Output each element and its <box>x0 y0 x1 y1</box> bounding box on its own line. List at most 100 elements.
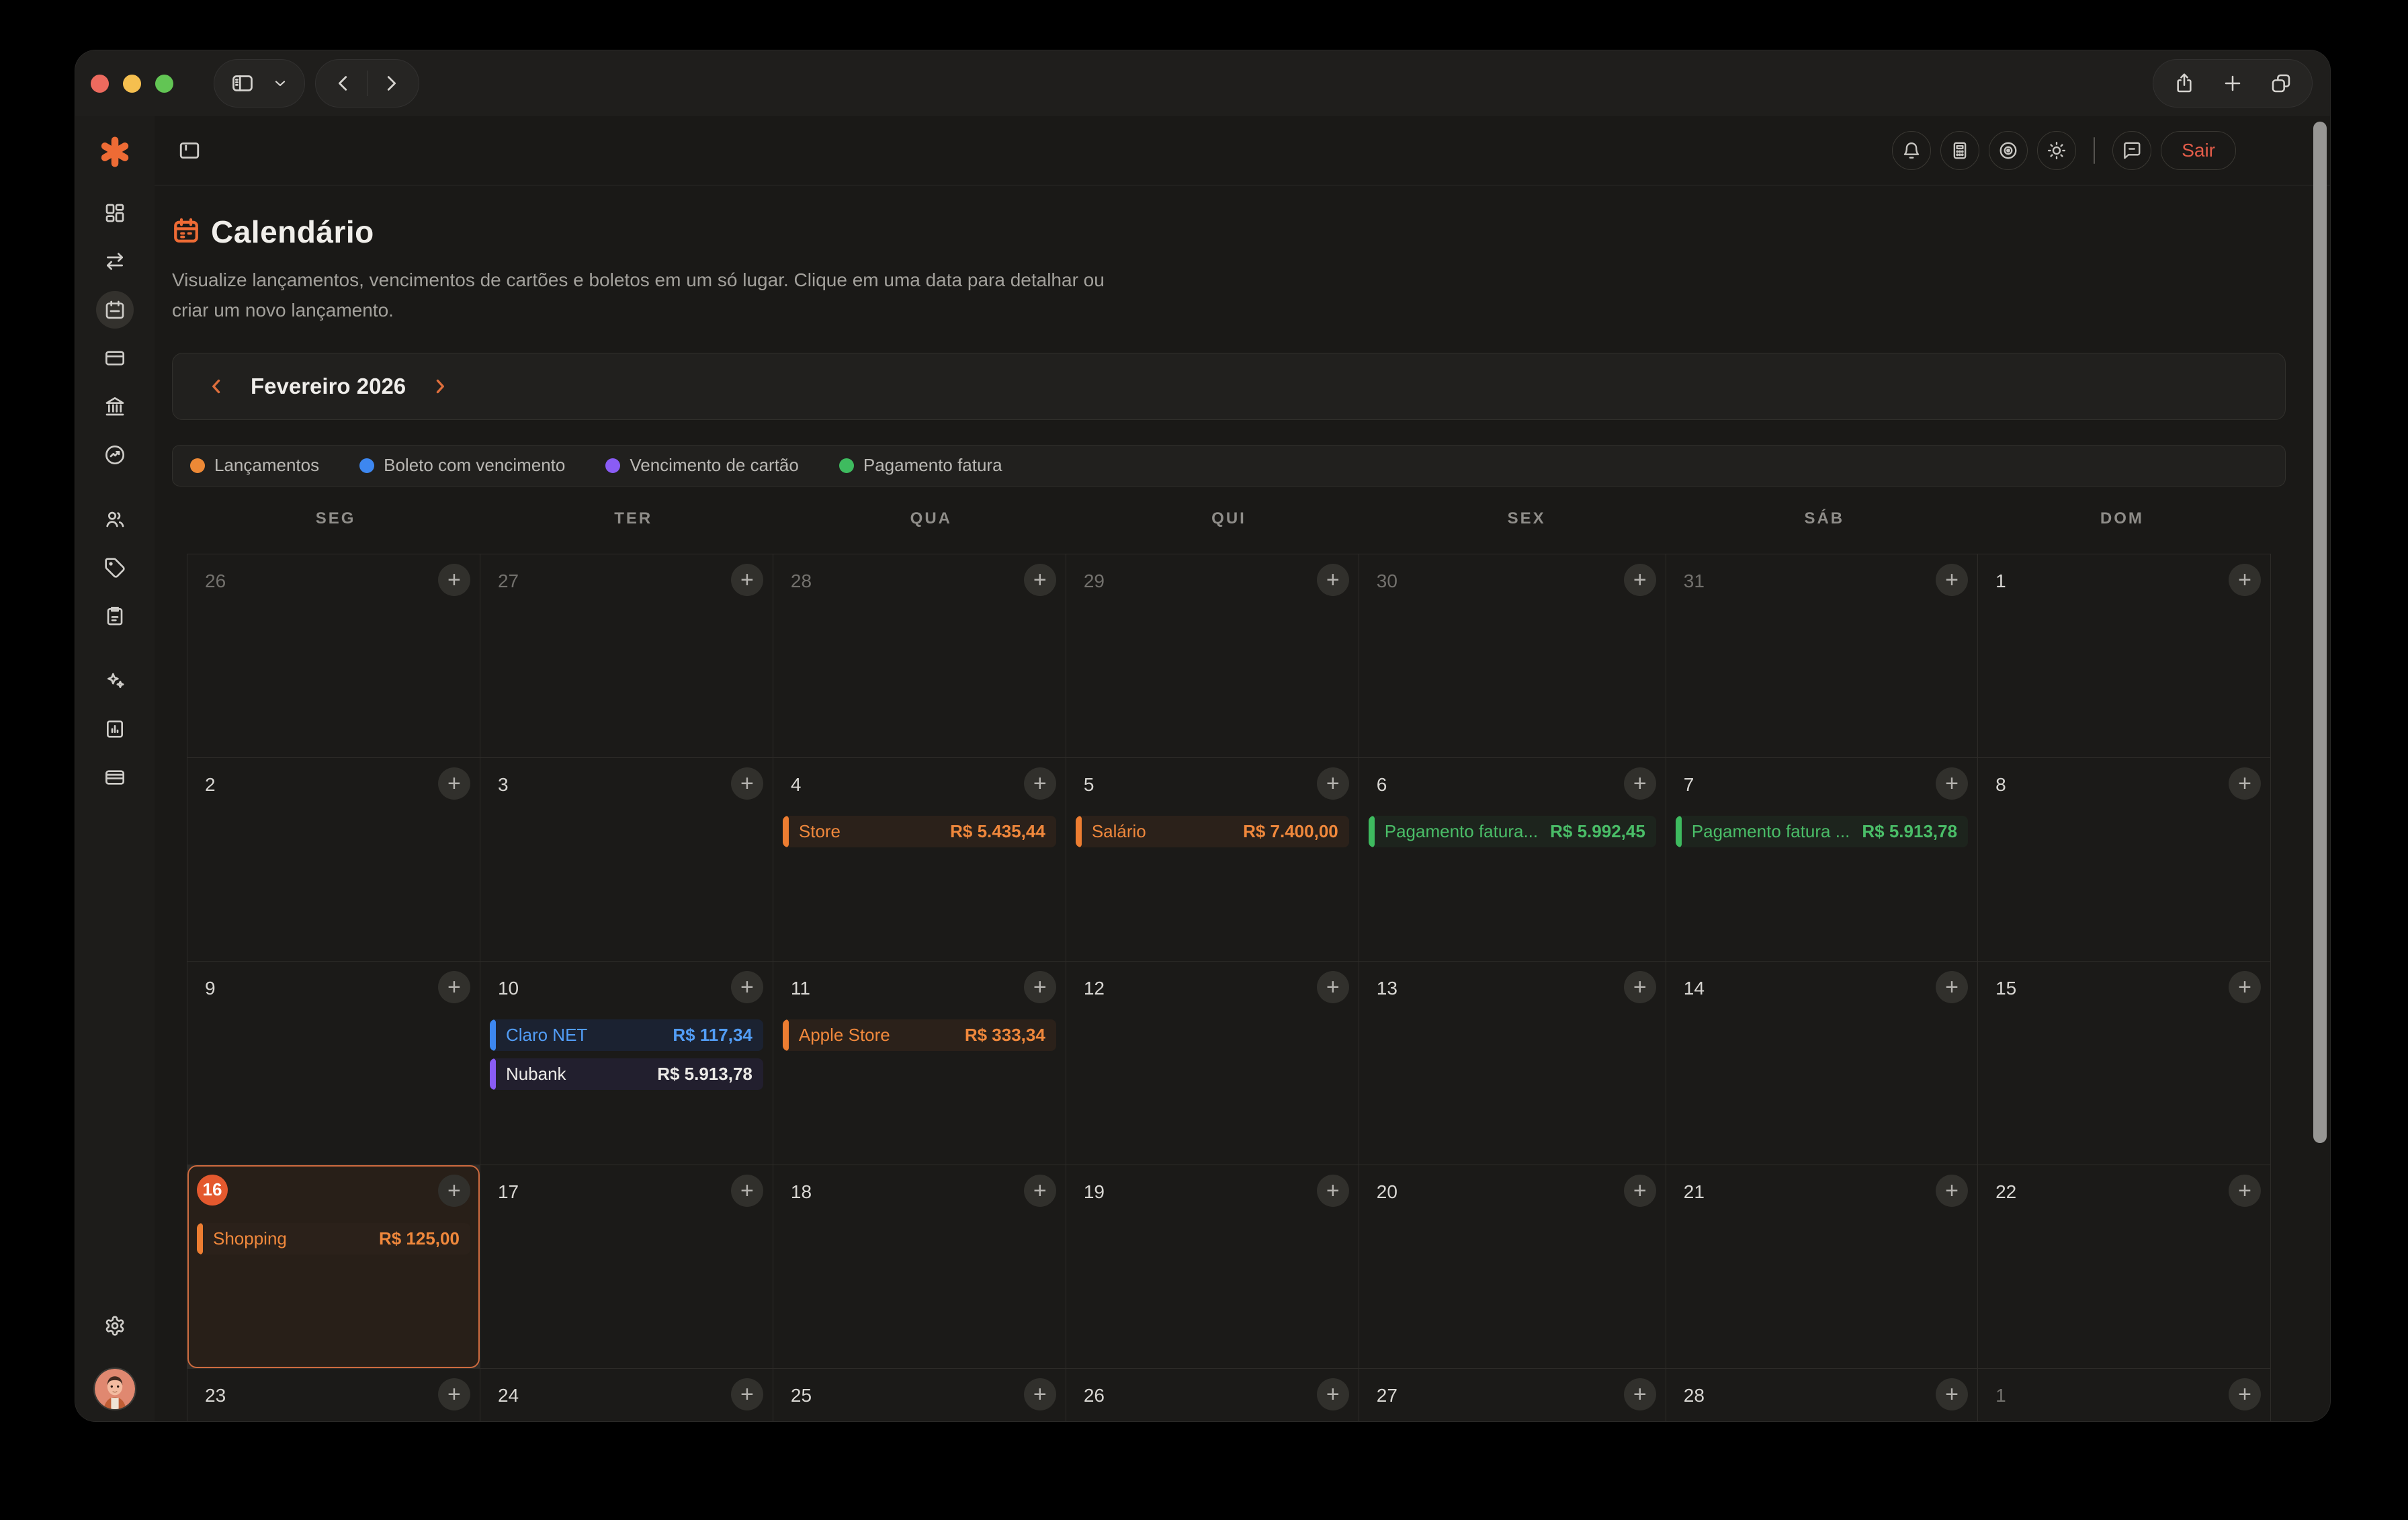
add-event-button[interactable]: + <box>731 971 763 1003</box>
add-event-button[interactable]: + <box>731 1175 763 1207</box>
calendar-day-cell[interactable]: 28+ <box>1666 1369 1977 1421</box>
settings-gear-icon[interactable] <box>96 1307 134 1345</box>
new-tab-icon[interactable] <box>2222 73 2243 94</box>
add-event-button[interactable]: + <box>1936 1378 1968 1410</box>
bell-icon[interactable] <box>1892 131 1931 170</box>
previous-month-button[interactable] <box>205 375 228 398</box>
calendar-event[interactable]: StoreR$ 5.435,44 <box>783 816 1056 847</box>
add-event-button[interactable]: + <box>731 564 763 596</box>
forward-icon[interactable] <box>381 73 401 93</box>
add-event-button[interactable]: + <box>1317 564 1349 596</box>
sidebar-item-cards[interactable] <box>96 339 134 377</box>
calendar-day-cell[interactable]: 26+ <box>1066 1369 1359 1421</box>
sidebar-item-bank[interactable] <box>96 388 134 425</box>
calendar-day-cell[interactable]: 27+ <box>480 554 773 757</box>
add-event-button[interactable]: + <box>2229 1175 2261 1207</box>
chevron-down-icon[interactable] <box>272 75 288 91</box>
calendar-day-cell[interactable]: 6+Pagamento fatura...R$ 5.992,45 <box>1359 758 1666 961</box>
calendar-day-cell[interactable]: 17+ <box>480 1165 773 1368</box>
add-event-button[interactable]: + <box>1024 767 1056 800</box>
chat-icon[interactable] <box>2112 131 2151 170</box>
sidebar-item-ai-assistant[interactable] <box>96 662 134 700</box>
add-event-button[interactable]: + <box>2229 564 2261 596</box>
scrollbar-thumb[interactable] <box>2313 122 2327 1143</box>
add-event-button[interactable]: + <box>438 1175 470 1207</box>
add-event-button[interactable]: + <box>438 767 470 800</box>
sidebar-item-wallet[interactable] <box>96 759 134 796</box>
panel-toggle-icon[interactable] <box>177 138 202 163</box>
add-event-button[interactable]: + <box>1624 971 1656 1003</box>
calendar-day-cell[interactable]: 20+ <box>1359 1165 1666 1368</box>
sidebar-item-notes[interactable] <box>96 597 134 635</box>
add-event-button[interactable]: + <box>1624 1378 1656 1410</box>
zoom-button[interactable] <box>155 75 173 93</box>
calendar-day-cell[interactable]: 7+Pagamento fatura ...R$ 5.913,78 <box>1666 758 1977 961</box>
sidebar-item-investments[interactable] <box>96 436 134 474</box>
calendar-day-cell[interactable]: 23+ <box>187 1369 480 1421</box>
calendar-day-cell[interactable]: 13+ <box>1359 962 1666 1165</box>
calendar-day-cell[interactable]: 10+Claro NETR$ 117,34NubankR$ 5.913,78 <box>480 962 773 1165</box>
calendar-day-cell[interactable]: 3+ <box>480 758 773 961</box>
add-event-button[interactable]: + <box>1624 1175 1656 1207</box>
sidebar-item-transactions[interactable] <box>96 243 134 280</box>
share-icon[interactable] <box>2174 73 2195 94</box>
calendar-day-cell[interactable]: 14+ <box>1666 962 1977 1165</box>
sidebar-item-reports[interactable] <box>96 710 134 748</box>
calendar-day-cell[interactable]: 30+ <box>1359 554 1666 757</box>
next-month-button[interactable] <box>429 375 452 398</box>
close-button[interactable] <box>91 75 109 93</box>
calendar-day-cell[interactable]: 2+ <box>187 758 480 961</box>
add-event-button[interactable]: + <box>1024 1378 1056 1410</box>
calendar-day-cell[interactable]: 29+ <box>1066 554 1359 757</box>
calendar-day-cell[interactable]: 16+ShoppingR$ 125,00 <box>187 1165 480 1368</box>
calendar-day-cell[interactable]: 24+ <box>480 1369 773 1421</box>
add-event-button[interactable]: + <box>438 971 470 1003</box>
add-event-button[interactable]: + <box>1024 564 1056 596</box>
add-event-button[interactable]: + <box>1936 1175 1968 1207</box>
tab-overview-icon[interactable] <box>2270 73 2292 94</box>
add-event-button[interactable]: + <box>1317 767 1349 800</box>
add-event-button[interactable]: + <box>731 767 763 800</box>
calendar-day-cell[interactable]: 19+ <box>1066 1165 1359 1368</box>
calendar-event[interactable]: Claro NETR$ 117,34 <box>490 1019 763 1051</box>
calendar-day-cell[interactable]: 22+ <box>1978 1165 2270 1368</box>
calendar-day-cell[interactable]: 18+ <box>773 1165 1066 1368</box>
add-event-button[interactable]: + <box>1936 971 1968 1003</box>
calendar-day-cell[interactable]: 27+ <box>1359 1369 1666 1421</box>
add-event-button[interactable]: + <box>438 564 470 596</box>
sidebar-item-users[interactable] <box>96 501 134 538</box>
calendar-day-cell[interactable]: 31+ <box>1666 554 1977 757</box>
calendar-day-cell[interactable]: 15+ <box>1978 962 2270 1165</box>
calendar-day-cell[interactable]: 25+ <box>773 1369 1066 1421</box>
back-icon[interactable] <box>333 73 353 93</box>
calendar-event[interactable]: NubankR$ 5.913,78 <box>490 1058 763 1090</box>
add-event-button[interactable]: + <box>2229 767 2261 800</box>
calendar-day-cell[interactable]: 11+Apple StoreR$ 333,34 <box>773 962 1066 1165</box>
calendar-day-cell[interactable]: 9+ <box>187 962 480 1165</box>
add-event-button[interactable]: + <box>2229 971 2261 1003</box>
calendar-day-cell[interactable]: 21+ <box>1666 1165 1977 1368</box>
calendar-day-cell[interactable]: 8+ <box>1978 758 2270 961</box>
add-event-button[interactable]: + <box>1024 971 1056 1003</box>
add-event-button[interactable]: + <box>731 1378 763 1410</box>
calendar-event[interactable]: ShoppingR$ 125,00 <box>197 1223 470 1255</box>
eye-icon[interactable] <box>1989 131 2028 170</box>
add-event-button[interactable]: + <box>2229 1378 2261 1410</box>
add-event-button[interactable]: + <box>1936 767 1968 800</box>
add-event-button[interactable]: + <box>1624 564 1656 596</box>
calendar-day-cell[interactable]: 4+StoreR$ 5.435,44 <box>773 758 1066 961</box>
add-event-button[interactable]: + <box>1317 971 1349 1003</box>
calendar-event[interactable]: Pagamento fatura...R$ 5.992,45 <box>1369 816 1656 847</box>
sidebar-item-calendar[interactable] <box>96 291 134 329</box>
add-event-button[interactable]: + <box>1024 1175 1056 1207</box>
minimize-button[interactable] <box>123 75 141 93</box>
calendar-event[interactable]: Apple StoreR$ 333,34 <box>783 1019 1056 1051</box>
calendar-day-cell[interactable]: 1+ <box>1978 554 2270 757</box>
calendar-day-cell[interactable]: 26+ <box>187 554 480 757</box>
sidebar-item-dashboard[interactable] <box>96 194 134 232</box>
add-event-button[interactable]: + <box>1624 767 1656 800</box>
calendar-day-cell[interactable]: 28+ <box>773 554 1066 757</box>
add-event-button[interactable]: + <box>1936 564 1968 596</box>
calendar-day-cell[interactable]: 1+ <box>1978 1369 2270 1421</box>
sidebar-item-tags[interactable] <box>96 549 134 587</box>
